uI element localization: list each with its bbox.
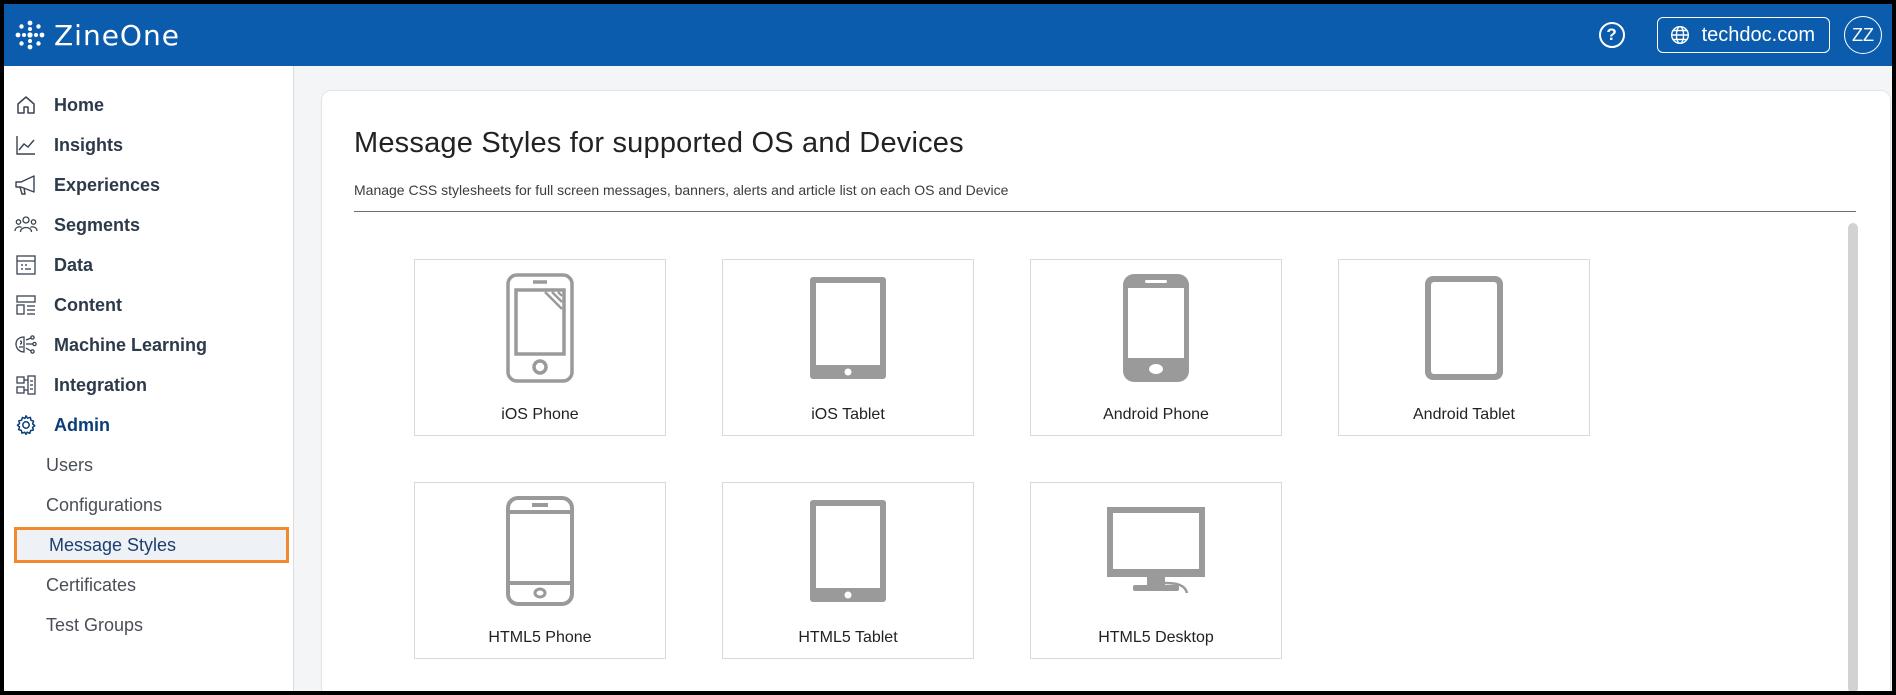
megaphone-icon [14, 173, 38, 197]
sidebar-subitem-message-styles[interactable]: Message Styles [14, 527, 289, 563]
integration-icon [14, 373, 38, 397]
domain-selector-button[interactable]: techdoc.com [1656, 17, 1830, 53]
ios-tablet-icon [810, 277, 886, 379]
help-icon: ? [1606, 25, 1617, 44]
sidebar-item-label: Home [54, 94, 105, 115]
data-table-icon [14, 253, 38, 277]
tile-html5-phone[interactable]: HTML5 Phone [414, 482, 666, 659]
page-title: Message Styles for supported OS and Devi… [354, 127, 964, 159]
sidebar-subitem-test-groups[interactable]: Test Groups [46, 610, 143, 640]
sidebar-item-experiences[interactable]: Experiences [14, 170, 160, 200]
tile-android-tablet[interactable]: Android Tablet [1338, 259, 1590, 436]
layout-icon [14, 293, 38, 317]
help-button[interactable]: ? [1598, 22, 1625, 48]
sidebar-item-data[interactable]: Data [14, 250, 93, 280]
tile-html5-tablet[interactable]: HTML5 Tablet [722, 482, 974, 659]
chart-line-icon [14, 133, 38, 157]
html5-tablet-icon [810, 500, 886, 602]
brain-icon [14, 333, 38, 357]
sidebar-item-content[interactable]: Content [14, 290, 122, 320]
brand-name: ZineOne [54, 18, 180, 52]
sidebar-subitem-configurations[interactable]: Configurations [46, 490, 162, 520]
tile-html5-desktop[interactable]: HTML5 Desktop [1030, 482, 1282, 659]
sidebar-subitem-certificates[interactable]: Certificates [46, 570, 136, 600]
top-bar: ZineOne ? techdoc.com ZZ [4, 4, 1892, 66]
message-styles-card: Message Styles for supported OS and Devi… [321, 90, 1891, 691]
title-divider [354, 211, 1856, 212]
android-phone-icon [1123, 274, 1189, 382]
html5-desktop-icon [1107, 507, 1205, 594]
vertical-scrollbar[interactable] [1848, 223, 1858, 691]
app-window: ZineOne ? techdoc.com ZZ Home Insights E… [4, 4, 1892, 691]
sidebar-subitem-users[interactable]: Users [46, 450, 93, 480]
globe-icon [1670, 25, 1689, 45]
brand-logo[interactable]: ZineOne [14, 19, 180, 52]
user-avatar[interactable]: ZZ [1844, 16, 1882, 54]
tile-label: HTML5 Tablet [798, 629, 898, 646]
ios-phone-icon [506, 273, 574, 383]
sidebar-item-label: Data [54, 254, 94, 275]
tile-label: iOS Tablet [811, 406, 885, 423]
html5-phone-icon [506, 496, 574, 606]
sidebar-item-machine-learning[interactable]: Machine Learning [14, 330, 207, 360]
tile-label: HTML5 Desktop [1098, 629, 1214, 646]
android-tablet-icon [1425, 276, 1503, 380]
sidebar-item-label: Experiences [54, 174, 161, 195]
sidebar-item-segments[interactable]: Segments [14, 210, 140, 240]
sidebar-item-label: Content [54, 294, 122, 315]
avatar-initials: ZZ [1852, 24, 1874, 45]
sidebar-item-label: Insights [54, 134, 124, 155]
sidebar-item-insights[interactable]: Insights [14, 130, 123, 160]
sidebar-item-integration[interactable]: Integration [14, 370, 147, 400]
tile-label: Android Tablet [1413, 406, 1515, 423]
tile-ios-phone[interactable]: iOS Phone [414, 259, 666, 436]
sidebar-item-admin[interactable]: Admin [14, 410, 110, 440]
people-icon [14, 213, 38, 237]
logo-dots-icon [15, 20, 45, 50]
sidebar-item-label: Segments [54, 214, 141, 235]
tile-label: iOS Phone [501, 406, 579, 423]
gear-icon [14, 413, 38, 437]
sidebar: Home Insights Experiences Segments Data [4, 66, 294, 691]
tile-ios-tablet[interactable]: iOS Tablet [722, 259, 974, 436]
sidebar-item-label: Machine Learning [54, 334, 208, 355]
sidebar-item-home[interactable]: Home [14, 90, 104, 120]
sidebar-item-label: Admin [54, 414, 110, 435]
tile-label: HTML5 Phone [488, 629, 592, 646]
domain-label: techdoc.com [1701, 23, 1815, 46]
home-icon [14, 93, 38, 117]
tile-android-phone[interactable]: Android Phone [1030, 259, 1282, 436]
page-subtitle: Manage CSS stylesheets for full screen m… [354, 182, 1009, 198]
tile-label: Android Phone [1103, 406, 1209, 423]
sidebar-item-label: Integration [54, 374, 147, 395]
